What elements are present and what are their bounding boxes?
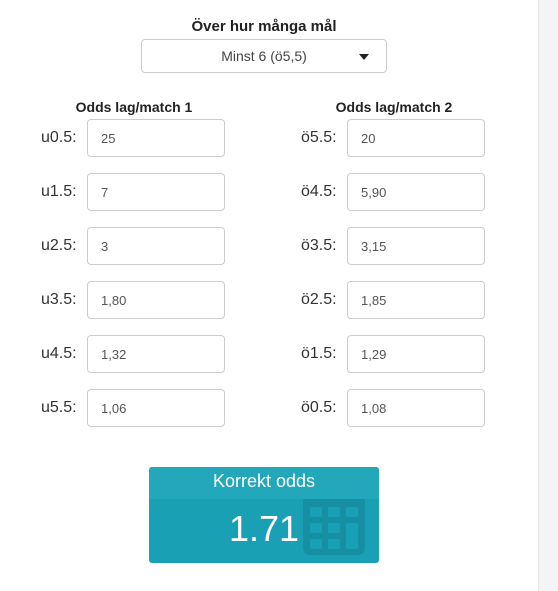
odds-input[interactable]: 1,32 (87, 335, 225, 373)
result-value: 1.71 (228, 508, 300, 549)
odds-input[interactable]: 3 (87, 227, 225, 265)
odds-label: ö4.5: (301, 183, 337, 200)
goals-heading: Över hur många mål (191, 18, 337, 35)
odds-label: u5.5: (41, 399, 77, 416)
odds-input[interactable]: 25 (87, 119, 225, 157)
odds-input[interactable]: 1,06 (87, 389, 225, 427)
team1-row: u4.5: 1,32 (41, 335, 225, 373)
team1-row: u1.5: 7 (41, 173, 225, 211)
result-title: Korrekt odds (149, 467, 379, 499)
team2-row: ö5.5: 20 (301, 119, 485, 157)
odds-input[interactable]: 20 (347, 119, 485, 157)
odds-input[interactable]: 1,08 (347, 389, 485, 427)
team1-row: u5.5: 1,06 (41, 389, 225, 427)
team2-row: ö0.5: 1,08 (301, 389, 485, 427)
odds-label: ö2.5: (301, 291, 337, 308)
odds-label: u0.5: (41, 129, 77, 146)
odds-input[interactable]: 1,80 (87, 281, 225, 319)
scrollbar-track[interactable] (538, 0, 558, 591)
team1-row: u3.5: 1,80 (41, 281, 225, 319)
odds-label: ö1.5: (301, 345, 337, 362)
team1-row: u0.5: 25 (41, 119, 225, 157)
odds-label: ö0.5: (301, 399, 337, 416)
team2-row: ö3.5: 3,15 (301, 227, 485, 265)
odds-input[interactable]: 3,15 (347, 227, 485, 265)
team2-header: Odds lag/match 2 (335, 99, 453, 115)
goals-select-value: Minst 6 (ö5,5) (221, 48, 307, 64)
odds-input[interactable]: 7 (87, 173, 225, 211)
chevron-down-icon (359, 54, 369, 60)
odds-label: u3.5: (41, 291, 77, 308)
odds-label: ö3.5: (301, 237, 337, 254)
team2-row: ö4.5: 5,90 (301, 173, 485, 211)
team2-row: ö1.5: 1,29 (301, 335, 485, 373)
odds-input[interactable]: 1,29 (347, 335, 485, 373)
team2-row: ö2.5: 1,85 (301, 281, 485, 319)
odds-label: ö5.5: (301, 129, 337, 146)
odds-label: u4.5: (41, 345, 77, 362)
odds-input[interactable]: 1,85 (347, 281, 485, 319)
team1-row: u2.5: 3 (41, 227, 225, 265)
result-card: Korrekt odds 1.71 (149, 467, 379, 563)
odds-input[interactable]: 5,90 (347, 173, 485, 211)
team1-header: Odds lag/match 1 (75, 99, 193, 115)
goals-select[interactable]: Minst 6 (ö5,5) (141, 39, 387, 73)
odds-label: u1.5: (41, 183, 77, 200)
odds-label: u2.5: (41, 237, 77, 254)
